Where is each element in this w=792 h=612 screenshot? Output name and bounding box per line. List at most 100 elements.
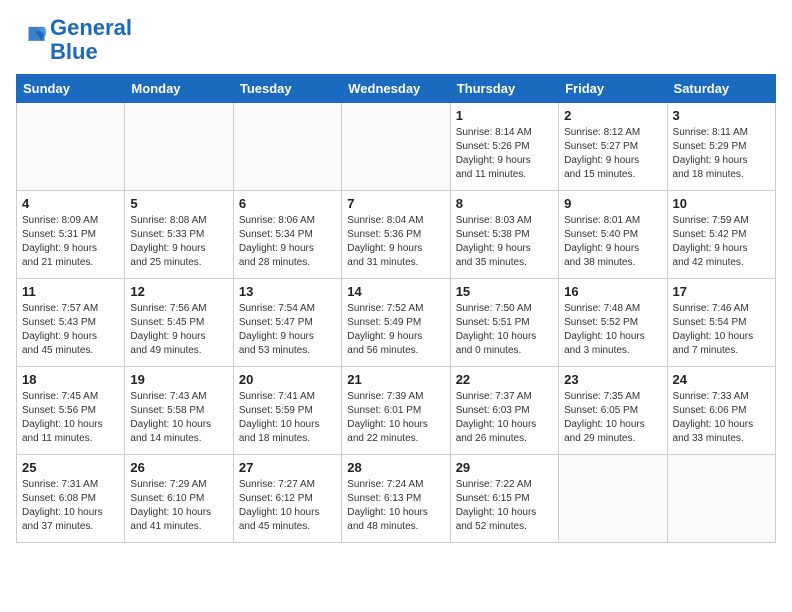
calendar-cell: 7 Sunrise: 8:04 AM Sunset: 5:36 PM Daylig…: [342, 191, 450, 279]
day-info: Sunrise: 7:35 AM Sunset: 6:05 PM Dayligh…: [564, 390, 661, 446]
day-number: 17: [673, 284, 770, 299]
day-info: Sunrise: 7:24 AM Sunset: 6:13 PM Dayligh…: [347, 478, 444, 534]
calendar-cell: 29Sunrise: 7:22 AM Sunset: 6:15 PM Dayli…: [450, 455, 558, 543]
day-number: 16: [564, 284, 661, 299]
logo-text-blue: Blue: [50, 40, 132, 64]
logo-text: General: [50, 16, 132, 40]
day-info: Sunrise: 8:14 AM Sunset: 5:26 PM Dayligh…: [456, 126, 553, 182]
day-number: 5: [130, 196, 227, 211]
logo: General Blue: [16, 16, 132, 64]
calendar-cell: 6 Sunrise: 8:06 AM Sunset: 5:34 PM Daylig…: [233, 191, 341, 279]
day-number: 11: [22, 284, 119, 299]
calendar-cell: 12 Sunrise: 7:56 AM Sunset: 5:45 PM Dayli…: [125, 279, 233, 367]
day-info: Sunrise: 7:59 AM Sunset: 5:42 PM Dayligh…: [673, 214, 770, 270]
day-number: 26: [130, 460, 227, 475]
day-info: Sunrise: 7:50 AM Sunset: 5:51 PM Dayligh…: [456, 302, 553, 358]
calendar-cell: 9 Sunrise: 8:01 AM Sunset: 5:40 PM Daylig…: [559, 191, 667, 279]
weekday-header-friday: Friday: [559, 75, 667, 103]
calendar-cell: 25 Sunrise: 7:31 AM Sunset: 6:08 PM Dayli…: [17, 455, 125, 543]
day-info: Sunrise: 7:56 AM Sunset: 5:45 PM Dayligh…: [130, 302, 227, 358]
day-number: 25: [22, 460, 119, 475]
day-info: Sunrise: 7:48 AM Sunset: 5:52 PM Dayligh…: [564, 302, 661, 358]
day-info: Sunrise: 8:03 AM Sunset: 5:38 PM Dayligh…: [456, 214, 553, 270]
day-number: 20: [239, 372, 336, 387]
day-info: Sunrise: 7:46 AM Sunset: 5:54 PM Dayligh…: [673, 302, 770, 358]
day-info: Sunrise: 8:01 AM Sunset: 5:40 PM Dayligh…: [564, 214, 661, 270]
calendar-cell: 2 Sunrise: 8:12 AM Sunset: 5:27 PM Daylig…: [559, 103, 667, 191]
day-number: 3: [673, 108, 770, 123]
calendar-cell: [125, 103, 233, 191]
calendar-week-row: 1 Sunrise: 8:14 AM Sunset: 5:26 PM Daylig…: [17, 103, 776, 191]
day-info: Sunrise: 7:41 AM Sunset: 5:59 PM Dayligh…: [239, 390, 336, 446]
day-info: Sunrise: 7:37 AM Sunset: 6:03 PM Dayligh…: [456, 390, 553, 446]
day-number: 2: [564, 108, 661, 123]
calendar-week-row: 18Sunrise: 7:45 AM Sunset: 5:56 PM Dayli…: [17, 367, 776, 455]
day-info: Sunrise: 8:09 AM Sunset: 5:31 PM Dayligh…: [22, 214, 119, 270]
day-info: Sunrise: 7:27 AM Sunset: 6:12 PM Dayligh…: [239, 478, 336, 534]
calendar-cell: 14 Sunrise: 7:52 AM Sunset: 5:49 PM Dayli…: [342, 279, 450, 367]
weekday-header-tuesday: Tuesday: [233, 75, 341, 103]
calendar-cell: 5 Sunrise: 8:08 AM Sunset: 5:33 PM Daylig…: [125, 191, 233, 279]
calendar-cell: 4 Sunrise: 8:09 AM Sunset: 5:31 PM Daylig…: [17, 191, 125, 279]
day-number: 4: [22, 196, 119, 211]
day-info: Sunrise: 7:57 AM Sunset: 5:43 PM Dayligh…: [22, 302, 119, 358]
day-number: 1: [456, 108, 553, 123]
day-info: Sunrise: 7:29 AM Sunset: 6:10 PM Dayligh…: [130, 478, 227, 534]
day-info: Sunrise: 7:43 AM Sunset: 5:58 PM Dayligh…: [130, 390, 227, 446]
calendar-cell: 18Sunrise: 7:45 AM Sunset: 5:56 PM Dayli…: [17, 367, 125, 455]
day-number: 6: [239, 196, 336, 211]
calendar-cell: 10Sunrise: 7:59 AM Sunset: 5:42 PM Dayli…: [667, 191, 775, 279]
day-info: Sunrise: 8:04 AM Sunset: 5:36 PM Dayligh…: [347, 214, 444, 270]
weekday-header-thursday: Thursday: [450, 75, 558, 103]
calendar-cell: 21Sunrise: 7:39 AM Sunset: 6:01 PM Dayli…: [342, 367, 450, 455]
calendar-cell: 13 Sunrise: 7:54 AM Sunset: 5:47 PM Dayli…: [233, 279, 341, 367]
day-info: Sunrise: 8:08 AM Sunset: 5:33 PM Dayligh…: [130, 214, 227, 270]
calendar-cell: 8 Sunrise: 8:03 AM Sunset: 5:38 PM Daylig…: [450, 191, 558, 279]
day-number: 15: [456, 284, 553, 299]
calendar-cell: 15 Sunrise: 7:50 AM Sunset: 5:51 PM Dayli…: [450, 279, 558, 367]
day-info: Sunrise: 8:11 AM Sunset: 5:29 PM Dayligh…: [673, 126, 770, 182]
page-header: General Blue: [16, 16, 776, 64]
calendar-header-row: SundayMondayTuesdayWednesdayThursdayFrid…: [17, 75, 776, 103]
weekday-header-saturday: Saturday: [667, 75, 775, 103]
calendar-cell: 17 Sunrise: 7:46 AM Sunset: 5:54 PM Dayli…: [667, 279, 775, 367]
day-number: 18: [22, 372, 119, 387]
calendar-cell: 27 Sunrise: 7:27 AM Sunset: 6:12 PM Dayli…: [233, 455, 341, 543]
calendar-cell: 24Sunrise: 7:33 AM Sunset: 6:06 PM Dayli…: [667, 367, 775, 455]
day-info: Sunrise: 8:12 AM Sunset: 5:27 PM Dayligh…: [564, 126, 661, 182]
day-number: 14: [347, 284, 444, 299]
calendar-cell: 16 Sunrise: 7:48 AM Sunset: 5:52 PM Dayli…: [559, 279, 667, 367]
calendar-week-row: 4 Sunrise: 8:09 AM Sunset: 5:31 PM Daylig…: [17, 191, 776, 279]
calendar-cell: [559, 455, 667, 543]
day-number: 7: [347, 196, 444, 211]
calendar-cell: 3 Sunrise: 8:11 AM Sunset: 5:29 PM Daylig…: [667, 103, 775, 191]
day-info: Sunrise: 7:33 AM Sunset: 6:06 PM Dayligh…: [673, 390, 770, 446]
calendar-cell: 28 Sunrise: 7:24 AM Sunset: 6:13 PM Dayli…: [342, 455, 450, 543]
day-number: 19: [130, 372, 227, 387]
weekday-header-sunday: Sunday: [17, 75, 125, 103]
calendar-cell: 22Sunrise: 7:37 AM Sunset: 6:03 PM Dayli…: [450, 367, 558, 455]
day-number: 9: [564, 196, 661, 211]
day-info: Sunrise: 7:52 AM Sunset: 5:49 PM Dayligh…: [347, 302, 444, 358]
calendar-cell: [342, 103, 450, 191]
calendar-week-row: 11 Sunrise: 7:57 AM Sunset: 5:43 PM Dayli…: [17, 279, 776, 367]
weekday-header-monday: Monday: [125, 75, 233, 103]
day-info: Sunrise: 7:39 AM Sunset: 6:01 PM Dayligh…: [347, 390, 444, 446]
day-number: 27: [239, 460, 336, 475]
calendar-cell: 26 Sunrise: 7:29 AM Sunset: 6:10 PM Dayli…: [125, 455, 233, 543]
day-number: 12: [130, 284, 227, 299]
day-number: 28: [347, 460, 444, 475]
day-info: Sunrise: 7:22 AM Sunset: 6:15 PM Dayligh…: [456, 478, 553, 534]
day-number: 8: [456, 196, 553, 211]
calendar-cell: 23Sunrise: 7:35 AM Sunset: 6:05 PM Dayli…: [559, 367, 667, 455]
day-info: Sunrise: 7:31 AM Sunset: 6:08 PM Dayligh…: [22, 478, 119, 534]
day-info: Sunrise: 7:54 AM Sunset: 5:47 PM Dayligh…: [239, 302, 336, 358]
day-info: Sunrise: 8:06 AM Sunset: 5:34 PM Dayligh…: [239, 214, 336, 270]
day-number: 13: [239, 284, 336, 299]
logo-icon: [18, 22, 46, 50]
calendar-cell: 19 Sunrise: 7:43 AM Sunset: 5:58 PM Dayli…: [125, 367, 233, 455]
calendar-cell: [233, 103, 341, 191]
calendar-cell: 20 Sunrise: 7:41 AM Sunset: 5:59 PM Dayli…: [233, 367, 341, 455]
calendar-cell: [17, 103, 125, 191]
weekday-header-wednesday: Wednesday: [342, 75, 450, 103]
